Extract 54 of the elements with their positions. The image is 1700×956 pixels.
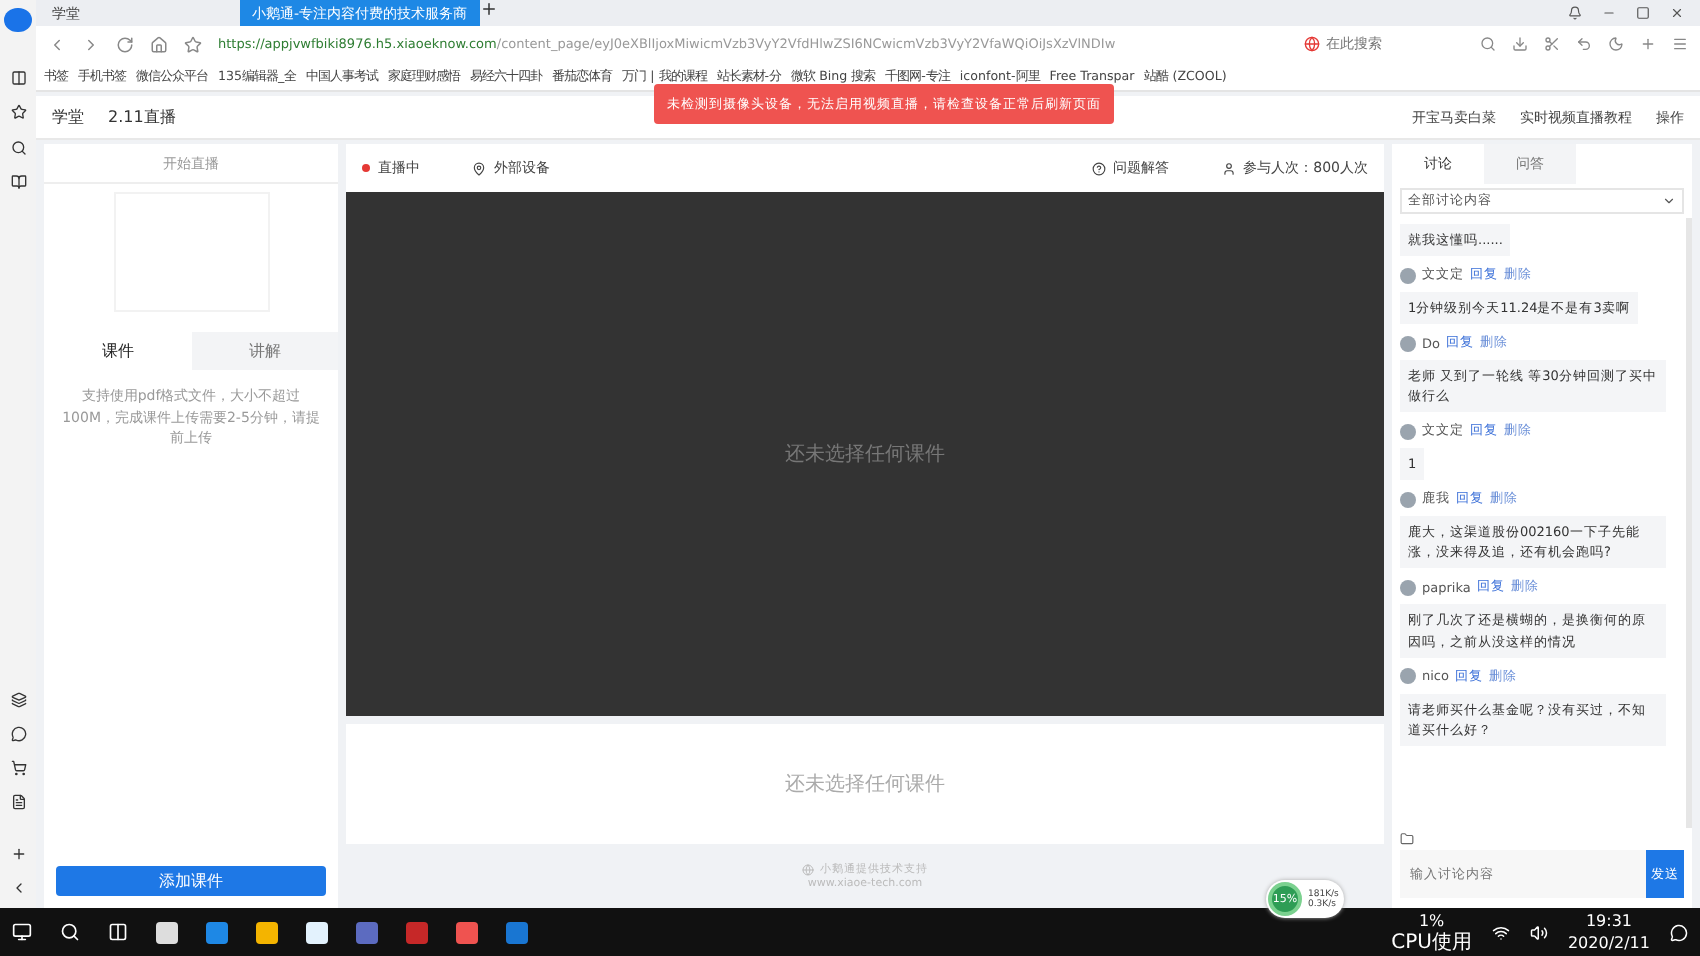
empty-message: 还未选择任何课件 xyxy=(785,441,945,468)
reload-icon[interactable] xyxy=(116,35,134,53)
home-icon[interactable] xyxy=(150,35,168,53)
avatar xyxy=(1400,668,1416,685)
forward-icon[interactable] xyxy=(82,35,100,53)
book-icon[interactable] xyxy=(9,173,27,190)
app-icon[interactable] xyxy=(256,921,278,943)
live-dot xyxy=(362,164,370,172)
help-icon[interactable] xyxy=(1091,161,1106,175)
avatar xyxy=(1400,579,1416,596)
new-tab-icon[interactable] xyxy=(480,0,498,18)
chevron-icon xyxy=(1662,194,1676,208)
clock-date[interactable]: 2020/2/11 xyxy=(1567,932,1650,954)
scissors-icon[interactable] xyxy=(1544,36,1560,52)
avatar xyxy=(1400,491,1416,508)
menu-icon[interactable] xyxy=(1672,36,1688,52)
cpu-label: CPU使用 xyxy=(1391,932,1472,954)
task-view-icon[interactable] xyxy=(108,922,128,942)
person-icon[interactable] xyxy=(1221,161,1236,175)
download-icon[interactable] xyxy=(1512,36,1528,52)
course-title: 2.11直播 xyxy=(108,106,176,128)
panel-icon[interactable] xyxy=(9,70,27,87)
moon-icon[interactable] xyxy=(1608,36,1624,52)
app-icon[interactable] xyxy=(306,921,328,943)
document-icon[interactable] xyxy=(9,793,27,810)
maximize-icon[interactable] xyxy=(1636,6,1650,20)
back-icon[interactable] xyxy=(48,35,66,53)
star-icon[interactable] xyxy=(9,104,27,121)
panel-tab[interactable]: 讲解 xyxy=(191,332,338,370)
avatar xyxy=(1400,335,1416,352)
undo-icon[interactable] xyxy=(1576,36,1592,52)
cpu-percent: 1% xyxy=(1418,910,1445,932)
pin-icon[interactable] xyxy=(472,161,486,175)
plus-icon[interactable] xyxy=(9,845,27,862)
school-name: 学堂 xyxy=(52,106,84,128)
volume-icon[interactable] xyxy=(1529,923,1548,941)
clock-time[interactable]: 19:31 xyxy=(1585,910,1633,932)
search-engine-icon[interactable] xyxy=(1304,36,1320,52)
chat-icon[interactable] xyxy=(9,725,27,742)
browser-logo[interactable] xyxy=(4,8,32,33)
notification-icon[interactable] xyxy=(1670,923,1688,941)
add-courseware-button[interactable]: 添加课件 xyxy=(56,866,326,896)
app-icon[interactable] xyxy=(156,921,178,943)
avatar xyxy=(1400,267,1416,284)
bookmark-icon[interactable] xyxy=(184,35,202,53)
layers-icon[interactable] xyxy=(9,691,27,708)
network-icon[interactable] xyxy=(1491,923,1510,941)
close-icon[interactable] xyxy=(1670,6,1684,20)
search-icon[interactable] xyxy=(9,139,27,156)
empty-message: 还未选择任何课件 xyxy=(785,771,945,798)
brand-icon xyxy=(802,863,814,875)
folder-icon[interactable] xyxy=(1400,832,1414,846)
cart-icon[interactable] xyxy=(9,759,27,776)
avatar xyxy=(1400,423,1416,440)
